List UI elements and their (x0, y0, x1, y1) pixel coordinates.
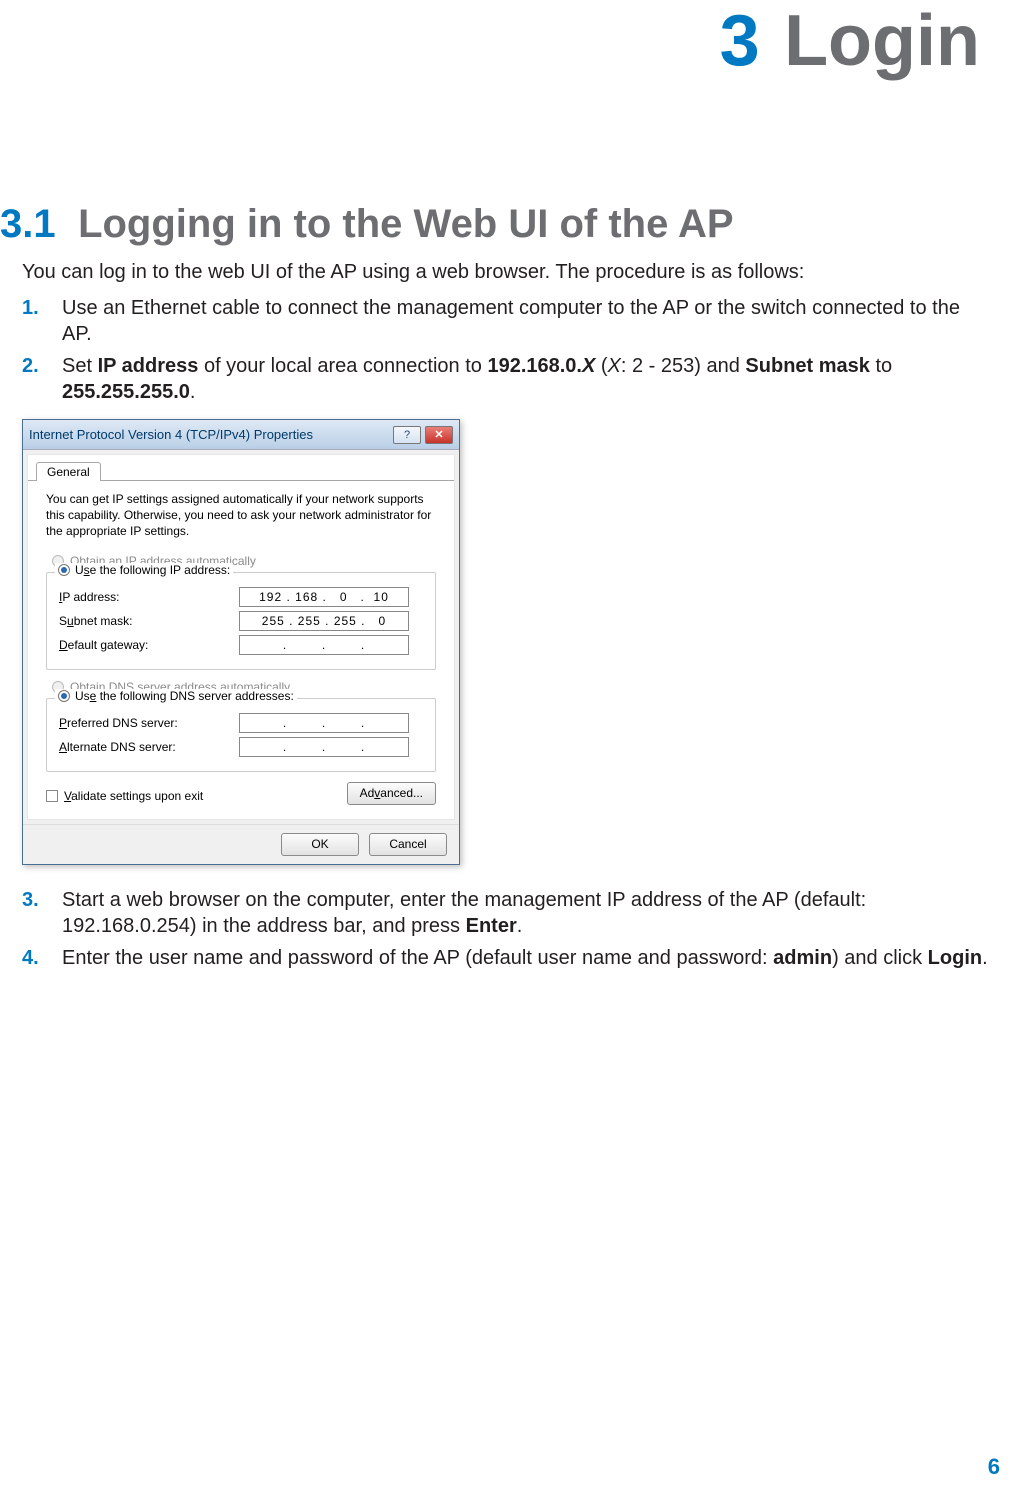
ip-address-input[interactable] (239, 587, 409, 607)
ipv4-properties-dialog: Internet Protocol Version 4 (TCP/IPv4) P… (22, 419, 460, 865)
field-alternate-dns: Alternate DNS server: (59, 737, 423, 757)
step-3: 3. Start a web browser on the computer, … (22, 887, 990, 939)
tab-general[interactable]: General (36, 462, 101, 481)
step-text: Start a web browser on the computer, ent… (62, 887, 990, 939)
step-text: Use an Ethernet cable to connect the man… (62, 295, 990, 347)
preferred-dns-input[interactable] (239, 713, 409, 733)
field-label: Alternate DNS server: (59, 740, 239, 754)
section-intro: You can log in to the web UI of the AP u… (22, 259, 990, 285)
chapter-title: Login (784, 1, 980, 81)
default-gateway-input[interactable] (239, 635, 409, 655)
step-2: 2. Set IP address of your local area con… (22, 353, 990, 405)
step-number: 3. (22, 887, 62, 939)
step-4: 4. Enter the user name and password of t… (22, 945, 990, 971)
field-subnet-mask: Subnet mask: (59, 611, 423, 631)
radio-use-following-ip[interactable]: Use the following IP address: (55, 563, 233, 577)
validate-checkbox-row[interactable]: Validate settings upon exit (46, 789, 203, 803)
dialog-panel: You can get IP settings assigned automat… (28, 480, 454, 819)
section-title: Logging in to the Web UI of the AP (78, 202, 733, 246)
field-ip-address: IP address: (59, 587, 423, 607)
titlebar-buttons: ? ✕ (393, 426, 453, 444)
subnet-mask-input[interactable] (239, 611, 409, 631)
manual-ip-group: Use the following IP address: IP address… (46, 572, 436, 670)
step-number: 2. (22, 353, 62, 405)
manual-dns-group: Use the following DNS server addresses: … (46, 698, 436, 772)
section-header: 3.1 Logging in to the Web UI of the AP (0, 202, 990, 247)
dialog-description: You can get IP settings assigned automat… (46, 491, 436, 540)
checkbox-icon (46, 790, 58, 802)
chapter-number: 3 (720, 1, 760, 81)
advanced-row: Validate settings upon exit Advanced... (46, 782, 436, 805)
dialog-footer: OK Cancel (23, 824, 459, 864)
dialog-body: General You can get IP settings assigned… (27, 454, 455, 820)
field-label: Subnet mask: (59, 614, 239, 628)
radio-label: Use the following IP address: (75, 563, 230, 577)
radio-label: Use the following DNS server addresses: (75, 689, 294, 703)
radio-icon (58, 564, 70, 576)
field-label: IP address: (59, 590, 239, 604)
help-icon[interactable]: ? (393, 426, 421, 444)
cancel-button[interactable]: Cancel (369, 833, 447, 856)
section-number: 3.1 (0, 202, 56, 246)
checkbox-label: Validate settings upon exit (64, 789, 203, 803)
field-label: Default gateway: (59, 638, 239, 652)
close-icon[interactable]: ✕ (425, 426, 453, 444)
step-text: Set IP address of your local area connec… (62, 353, 990, 405)
chapter-header: 3 Login (0, 0, 990, 82)
field-label: Preferred DNS server: (59, 716, 239, 730)
field-preferred-dns: Preferred DNS server: (59, 713, 423, 733)
procedure-list-continued: 3. Start a web browser on the computer, … (22, 887, 990, 971)
page-number: 6 (988, 1454, 1000, 1480)
dialog-titlebar: Internet Protocol Version 4 (TCP/IPv4) P… (23, 420, 459, 450)
step-1: 1. Use an Ethernet cable to connect the … (22, 295, 990, 347)
procedure-list: 1. Use an Ethernet cable to connect the … (22, 295, 990, 405)
dialog-title: Internet Protocol Version 4 (TCP/IPv4) P… (29, 427, 313, 442)
step-number: 4. (22, 945, 62, 971)
radio-use-following-dns[interactable]: Use the following DNS server addresses: (55, 689, 297, 703)
radio-icon (58, 690, 70, 702)
advanced-button[interactable]: Advanced... (347, 782, 436, 805)
step-text: Enter the user name and password of the … (62, 945, 990, 971)
alternate-dns-input[interactable] (239, 737, 409, 757)
step-number: 1. (22, 295, 62, 347)
dialog-tabs: General (28, 455, 454, 480)
ok-button[interactable]: OK (281, 833, 359, 856)
field-default-gateway: Default gateway: (59, 635, 423, 655)
